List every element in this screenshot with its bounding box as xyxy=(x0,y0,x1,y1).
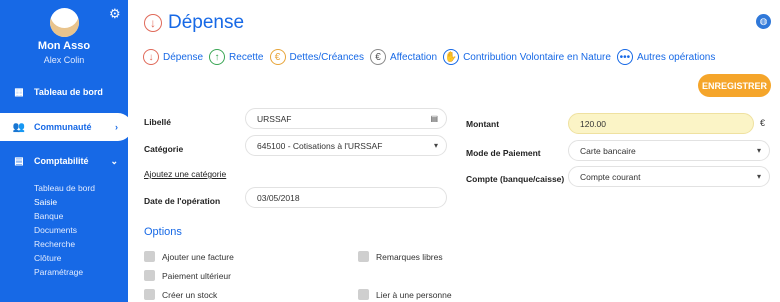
categorie-label: Catégorie xyxy=(144,144,184,154)
type-other[interactable]: ••• Autres opérations xyxy=(616,49,716,65)
checkbox[interactable] xyxy=(358,251,369,262)
subnav-item-search[interactable]: Recherche xyxy=(34,239,75,249)
hand-icon: ✋ xyxy=(443,49,460,65)
user-name: Alex Colin xyxy=(43,55,85,65)
option-link-person[interactable]: Lier à une personne xyxy=(358,289,452,300)
libelle-label: Libellé xyxy=(144,117,171,127)
type-expense[interactable]: ↓ Dépense xyxy=(143,49,203,65)
chevron-down-icon: ⌄ xyxy=(110,155,118,166)
currency-symbol: € xyxy=(760,118,766,128)
option-label: Paiement ultérieur xyxy=(162,270,231,281)
sidebar-item-label: Comptabilité xyxy=(34,156,89,166)
montant-label: Montant xyxy=(466,119,500,129)
more-icon: ••• xyxy=(616,49,633,65)
compte-value: Compte courant xyxy=(580,171,641,182)
subnav-item-bank[interactable]: Banque xyxy=(34,211,63,221)
montant-value: 120.00 xyxy=(580,118,606,129)
dashboard-icon: ▦ xyxy=(14,86,24,98)
checkbox[interactable] xyxy=(144,289,155,300)
arrow-down-icon: ↓ xyxy=(143,49,159,65)
caret-down-icon: ▾ xyxy=(756,146,761,155)
sidebar-item-dashboard[interactable]: ▦ Tableau de bord xyxy=(0,78,128,106)
type-debts[interactable]: € Dettes/Créances xyxy=(269,49,364,65)
date-value: 03/05/2018 xyxy=(257,192,300,203)
montant-input[interactable]: 120.00 xyxy=(568,113,754,134)
date-label: Date de l'opération xyxy=(144,196,221,206)
compte-select[interactable]: Compte courant ▾ xyxy=(568,166,770,187)
option-later-payment[interactable]: Paiement ultérieur xyxy=(144,270,231,281)
org-logo xyxy=(50,8,79,37)
libelle-value: URSSAF xyxy=(257,113,292,124)
date-input[interactable]: 03/05/2018 xyxy=(245,187,447,208)
caret-down-icon: ▾ xyxy=(433,141,438,150)
option-add-invoice[interactable]: Ajouter une facture xyxy=(144,251,234,262)
arrow-up-icon: ↑ xyxy=(209,49,226,65)
option-create-stock[interactable]: Créer un stock xyxy=(144,289,217,300)
type-in-kind[interactable]: ✋ Contribution Volontaire en Nature xyxy=(443,49,611,65)
calculator-icon: ▤ xyxy=(14,155,24,167)
euro-icon: € xyxy=(269,49,286,65)
sidebar-item-label: Communauté xyxy=(34,122,92,132)
subnav-item-closing[interactable]: Clôture xyxy=(34,253,61,263)
sidebar: ⚙ Mon Asso Alex Colin ▦ Tableau de bord … xyxy=(0,0,132,302)
add-category-link[interactable]: Ajoutez une catégorie xyxy=(144,169,226,179)
type-income[interactable]: ↑ Recette xyxy=(209,49,264,65)
option-label: Créer un stock xyxy=(162,289,218,300)
compte-label: Compte (banque/caisse) xyxy=(466,174,565,184)
type-label: Contribution Volontaire en Nature xyxy=(463,51,611,63)
operation-type-bar: ↓ Dépense ↑ Recette € Dettes/Créances € … xyxy=(143,49,721,65)
gear-icon[interactable]: ⚙ xyxy=(109,6,121,22)
save-button[interactable]: ENREGISTRER xyxy=(698,74,771,97)
people-icon: 👥 xyxy=(12,121,26,133)
checkbox[interactable] xyxy=(358,289,369,300)
sidebar-item-community[interactable]: 👥 Communauté › xyxy=(0,113,132,141)
categorie-value: 645100 - Cotisations à l'URSSAF xyxy=(257,140,383,151)
options-title: Options xyxy=(144,226,182,238)
subnav-item-documents[interactable]: Documents xyxy=(34,225,77,235)
mode-label: Mode de Paiement xyxy=(466,148,541,158)
page-header: ↓ Dépense xyxy=(144,12,244,34)
id-card-icon: ▤ xyxy=(430,114,438,123)
euro-split-icon: € xyxy=(369,49,386,65)
subnav-item-settings[interactable]: Paramétrage xyxy=(34,267,83,277)
chevron-right-icon: › xyxy=(115,122,118,132)
type-label: Dépense xyxy=(163,51,204,63)
caret-down-icon: ▾ xyxy=(756,172,761,181)
checkbox[interactable] xyxy=(144,251,155,262)
option-free-notes[interactable]: Remarques libres xyxy=(358,251,443,262)
mode-select[interactable]: Carte bancaire ▾ xyxy=(568,140,770,161)
sidebar-item-label: Tableau de bord xyxy=(34,87,103,97)
globe-icon[interactable]: ◍ xyxy=(756,14,771,29)
sidebar-item-accounting[interactable]: ▤ Comptabilité ⌄ xyxy=(0,147,128,175)
option-label: Ajouter une facture xyxy=(162,251,234,262)
subnav-item-entry[interactable]: Saisie xyxy=(34,197,57,207)
type-label: Recette xyxy=(229,51,264,63)
libelle-input[interactable]: URSSAF ▤ xyxy=(245,108,447,129)
subnav-item-dashboard[interactable]: Tableau de bord xyxy=(34,183,95,193)
option-label: Remarques libres xyxy=(376,251,443,262)
page-title: Dépense xyxy=(168,12,245,33)
type-label: Dettes/Créances xyxy=(289,51,364,63)
mode-value: Carte bancaire xyxy=(580,145,636,156)
checkbox[interactable] xyxy=(144,270,155,281)
type-label: Affectation xyxy=(389,51,438,63)
org-name: Mon Asso xyxy=(37,40,91,52)
option-label: Lier à une personne xyxy=(376,289,452,300)
type-allocation[interactable]: € Affectation xyxy=(369,49,438,65)
categorie-select[interactable]: 645100 - Cotisations à l'URSSAF ▾ xyxy=(245,135,447,156)
arrow-down-icon: ↓ xyxy=(144,14,162,32)
type-label: Autres opérations xyxy=(636,51,716,63)
